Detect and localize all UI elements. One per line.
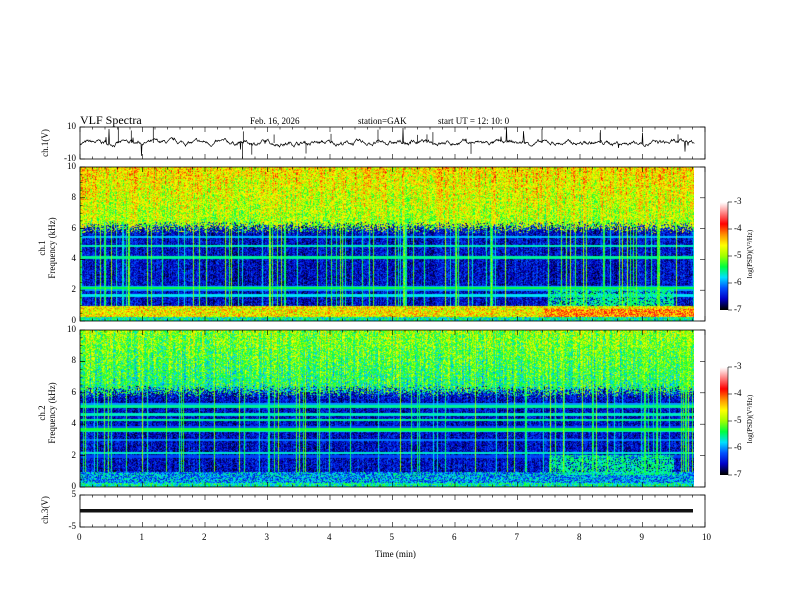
y-tick-label: 8	[71, 355, 77, 366]
x-tick-label: 2	[202, 532, 207, 542]
y-tick-label: 10	[67, 161, 76, 171]
y-tick-label: 6	[71, 222, 77, 233]
x-tick-label: 4	[327, 532, 332, 542]
y-tick-label: 2	[71, 284, 77, 295]
colorbar-tick-label: -3	[734, 196, 742, 206]
x-tick-label: 7	[514, 532, 520, 542]
plot-axes	[79, 126, 732, 528]
ch3-trace	[80, 509, 693, 513]
colorbar-tick-label: -7	[734, 469, 742, 479]
colorbar-tick-label: -7	[734, 304, 742, 314]
y-tick-label: 5	[71, 489, 77, 499]
panel-frame	[79, 166, 706, 322]
ch2-spec-ylabel-top: ch.2	[37, 405, 47, 421]
x-tick-label: 5	[389, 532, 395, 542]
x-tick-label: 8	[577, 532, 582, 542]
x-tick-label: 6	[452, 532, 457, 542]
ch1-spec-ylabel-top: ch.1	[37, 240, 47, 256]
ch2-colorbar-label: log(PSD)(V²/Hz)	[746, 394, 754, 444]
y-tick-label: 4	[71, 253, 77, 264]
ch1-ylabel: ch.1(V)	[40, 129, 50, 157]
x-tick-label: 9	[639, 532, 645, 542]
colorbar-tick-label: -5	[734, 250, 742, 260]
colorbar-tick-label: -4	[734, 223, 742, 233]
y-tick-label: 10	[67, 121, 76, 131]
ch1-spec-ylabel-bottom: Frequency (kHz)	[47, 217, 57, 279]
colorbar-tick-label: -6	[734, 277, 742, 287]
panel-frame	[79, 329, 706, 488]
ch1-spec-ylabel: ch.1 Frequency (kHz)	[37, 198, 57, 298]
x-tick-label: 0	[77, 532, 82, 542]
y-tick-label: 4	[71, 418, 77, 429]
y-tick-label: 10	[67, 324, 76, 334]
colorbar-tick-label: -4	[734, 388, 742, 398]
ch1-colorbar-label: log(PSD)(V²/Hz)	[746, 229, 754, 279]
colorbar-tick-label: -3	[734, 361, 742, 371]
colorbar-tick-label: -6	[734, 442, 742, 452]
ch2-spec-ylabel: ch.2 Frequency (kHz)	[37, 363, 57, 463]
colorbar-tick-label: -5	[734, 415, 742, 425]
ch1-trace	[79, 127, 695, 156]
y-tick-label: -5	[68, 521, 77, 531]
ch3-ylabel: ch.3(V)	[40, 496, 50, 524]
y-tick-label: 6	[71, 386, 77, 397]
x-tick-label: 1	[139, 532, 145, 542]
x-axis-label: Time (min)	[375, 549, 416, 559]
y-tick-label: 2	[71, 449, 77, 460]
ch2-spec-ylabel-bottom: Frequency (kHz)	[47, 382, 57, 444]
x-tick-label: 3	[264, 532, 270, 542]
x-tick-label: 10	[702, 532, 711, 542]
y-tick-label: 8	[71, 191, 77, 202]
